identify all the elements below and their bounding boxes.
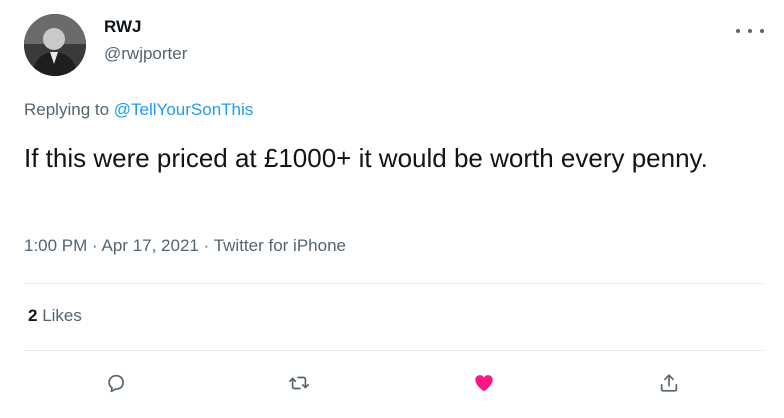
like-button[interactable]: [467, 366, 501, 400]
tweet-date[interactable]: Apr 17, 2021: [102, 236, 199, 255]
share-button[interactable]: [652, 366, 686, 400]
reply-button[interactable]: [99, 366, 133, 400]
tweet-meta: 1:00 PM · Apr 17, 2021 · Twitter for iPh…: [24, 236, 346, 256]
meta-separator: ·: [203, 236, 210, 255]
replying-to-prefix: Replying to: [24, 100, 114, 119]
tweet-source[interactable]: Twitter for iPhone: [214, 236, 346, 255]
likes-count: 2: [28, 306, 38, 325]
retweet-button[interactable]: [282, 366, 316, 400]
avatar[interactable]: [24, 14, 86, 76]
replying-to-link[interactable]: @TellYourSonThis: [114, 100, 253, 119]
likes-label: Likes: [42, 306, 82, 325]
reply-icon: [108, 374, 124, 393]
divider: [24, 350, 764, 351]
tweet-card: RWJ @rwjporter Replying to @TellYourSonT…: [0, 0, 784, 418]
more-options-icon[interactable]: [736, 22, 764, 40]
tweet-text: If this were priced at £1000+ it would b…: [24, 143, 708, 173]
replying-to: Replying to @TellYourSonThis: [24, 100, 253, 120]
likes-stat[interactable]: 2 Likes: [28, 306, 82, 326]
author-name[interactable]: RWJ: [104, 17, 141, 37]
author-handle[interactable]: @rwjporter: [104, 44, 187, 64]
divider: [24, 283, 764, 284]
tweet-time[interactable]: 1:00 PM: [24, 236, 87, 255]
retweet-icon: [289, 376, 309, 390]
action-bar: [0, 366, 784, 400]
share-icon: [660, 374, 678, 392]
meta-separator: ·: [92, 236, 98, 255]
like-icon: [475, 375, 493, 392]
avatar-image: [24, 14, 86, 76]
